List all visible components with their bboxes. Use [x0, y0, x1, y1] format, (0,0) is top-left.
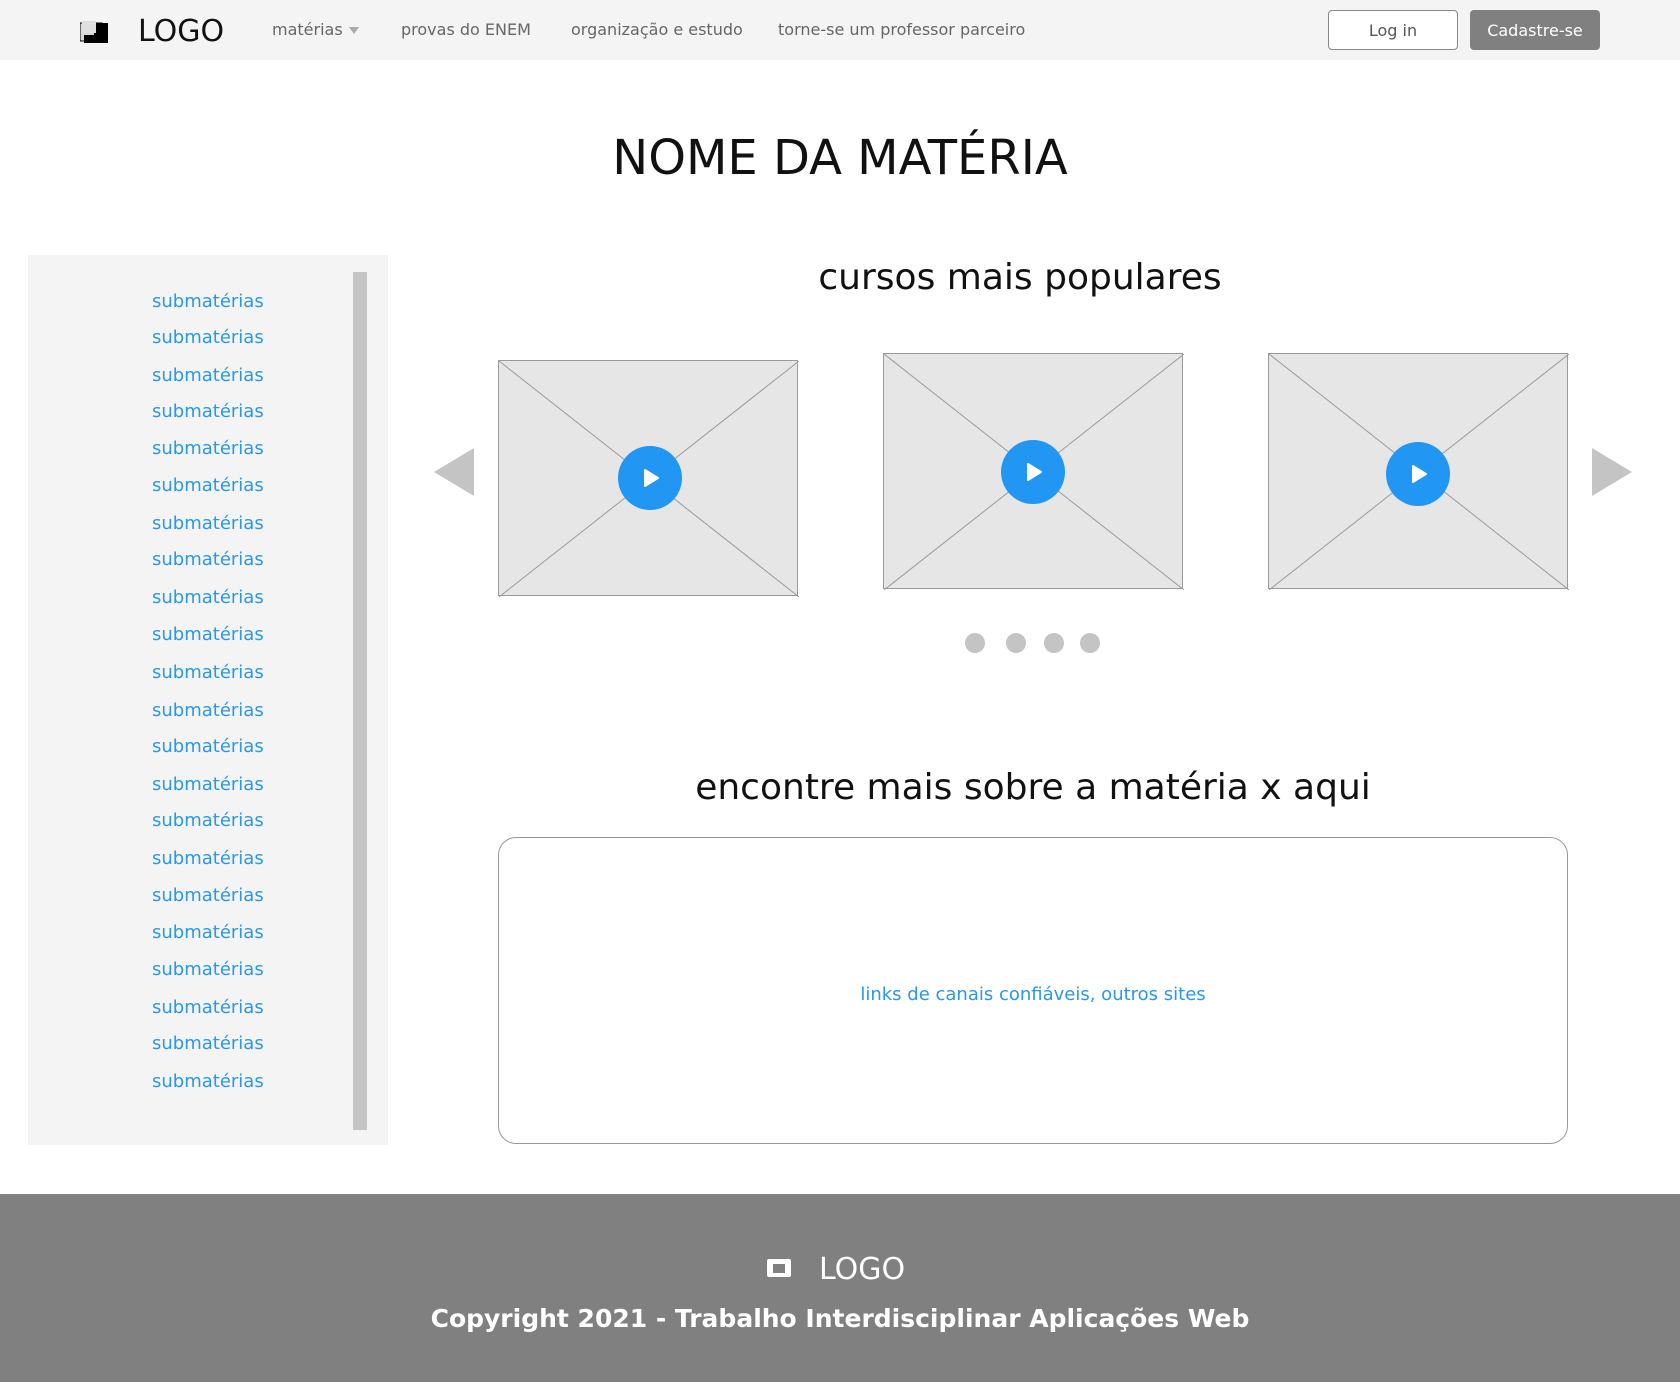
nav-organizacao-estudo[interactable]: organização e estudo	[571, 20, 743, 39]
play-icon	[1412, 465, 1427, 483]
sidebar-item-submateria[interactable]: submatérias	[152, 885, 264, 906]
nav-provas-enem[interactable]: provas do ENEM	[401, 20, 531, 39]
caret-down-icon	[348, 27, 359, 34]
page-title: NOME DA MATÉRIA	[612, 130, 1068, 186]
sidebar-item-submateria[interactable]: submatérias	[152, 662, 264, 683]
logo-text: LOGO	[138, 14, 225, 49]
video-thumbnail-3[interactable]	[1268, 353, 1569, 590]
sidebar-item-submateria[interactable]: submatérias	[152, 810, 264, 831]
header-logo[interactable]: LOGO	[79, 14, 225, 49]
nav-materias-dropdown[interactable]: matérias	[272, 20, 359, 39]
copyright-text: Copyright 2021 - Trabalho Interdisciplin…	[430, 1304, 1250, 1333]
footer-logo-text: LOGO	[819, 1252, 906, 1287]
play-button[interactable]	[1001, 440, 1065, 504]
sidebar-item-submateria[interactable]: submatérias	[152, 700, 264, 721]
logo-icon	[765, 1256, 793, 1284]
sidebar-item-submateria[interactable]: submatérias	[152, 513, 264, 534]
carousel-next-arrow-icon[interactable]	[1592, 448, 1632, 500]
carousel-dot-3[interactable]	[1044, 633, 1064, 653]
find-more-title: encontre mais sobre a matéria x aqui	[695, 767, 1371, 808]
sidebar-item-submateria[interactable]: submatérias	[152, 1033, 264, 1054]
sidebar-item-submateria[interactable]: submatérias	[152, 365, 264, 386]
sidebar-item-submateria[interactable]: submatérias	[152, 774, 264, 795]
play-icon	[1027, 463, 1042, 481]
sidebar-item-submateria[interactable]: submatérias	[152, 291, 264, 312]
sidebar-item-submateria[interactable]: submatérias	[152, 922, 264, 943]
sidebar-item-submateria[interactable]: submatérias	[152, 848, 264, 869]
carousel-dot-4[interactable]	[1080, 633, 1100, 653]
carousel-prev-arrow-icon[interactable]	[434, 448, 474, 500]
sidebar-item-submateria[interactable]: submatérias	[152, 997, 264, 1018]
sidebar-item-submateria[interactable]: submatérias	[152, 475, 264, 496]
nav-materias-label: matérias	[272, 20, 343, 39]
sidebar-item-submateria[interactable]: submatérias	[152, 549, 264, 570]
signup-button[interactable]: Cadastre-se	[1470, 10, 1600, 50]
nav-professor-parceiro[interactable]: torne-se um professor parceiro	[778, 20, 1025, 39]
footer: LOGO Copyright 2021 - Trabalho Interdisc…	[0, 1194, 1680, 1382]
play-icon	[644, 469, 659, 487]
sidebar-scrollbar[interactable]	[353, 272, 367, 1130]
sidebar-item-submateria[interactable]: submatérias	[152, 327, 264, 348]
carousel-dot-1[interactable]	[965, 633, 985, 653]
video-thumbnail-2[interactable]	[883, 353, 1184, 590]
external-links-text[interactable]: links de canais confiáveis, outros sites	[499, 984, 1567, 1005]
video-thumbnail-1[interactable]	[498, 360, 799, 597]
play-button[interactable]	[1386, 442, 1450, 506]
sidebar-item-submateria[interactable]: submatérias	[152, 959, 264, 980]
footer-logo[interactable]: LOGO	[765, 1252, 905, 1287]
external-links-box: links de canais confiáveis, outros sites	[498, 837, 1568, 1144]
sidebar-item-submateria[interactable]: submatérias	[152, 624, 264, 645]
top-navbar: LOGO matérias provas do ENEM organização…	[0, 0, 1680, 60]
logo-icon	[79, 19, 110, 45]
popular-courses-title: cursos mais populares	[818, 257, 1222, 298]
login-button[interactable]: Log in	[1328, 10, 1458, 50]
sidebar-item-submateria[interactable]: submatérias	[152, 736, 264, 757]
sidebar-item-submateria[interactable]: submatérias	[152, 587, 264, 608]
submaterias-sidebar: submatérias submatérias submatérias submaté…	[28, 255, 388, 1145]
sidebar-item-submateria[interactable]: submatérias	[152, 1071, 264, 1092]
carousel-dot-2[interactable]	[1006, 633, 1026, 653]
play-button[interactable]	[618, 446, 682, 510]
sidebar-item-submateria[interactable]: submatérias	[152, 438, 264, 459]
sidebar-item-submateria[interactable]: submatérias	[152, 401, 264, 422]
